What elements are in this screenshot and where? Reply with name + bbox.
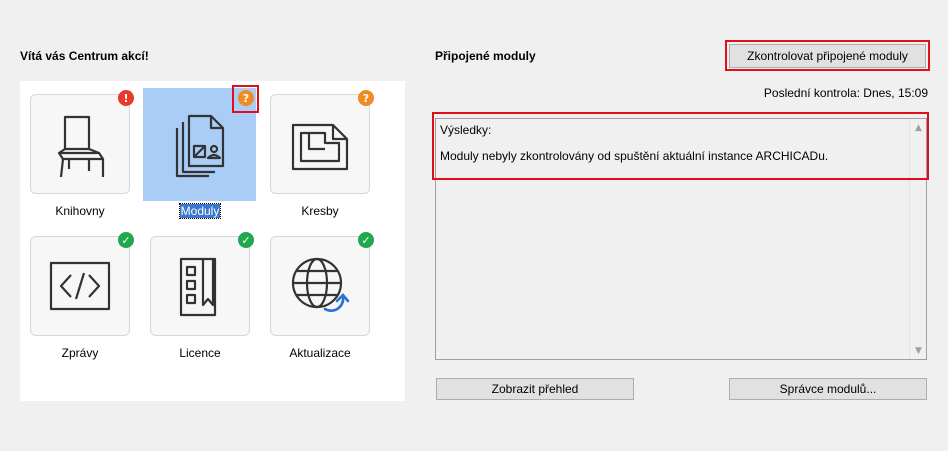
tile-reports[interactable] xyxy=(30,236,130,336)
action-center-grid: ! Knihovny ? Moduly ? Kresby ✓ Zprávy ✓ … xyxy=(20,81,405,401)
show-overview-button[interactable]: Zobrazit přehled xyxy=(436,378,634,400)
code-report-icon xyxy=(49,261,111,311)
drawings-icon xyxy=(291,123,349,171)
welcome-title: Vítá vás Centrum akcí! xyxy=(20,49,149,63)
ok-badge-icon: ✓ xyxy=(238,232,254,248)
tile-libraries[interactable] xyxy=(30,94,130,194)
tile-label-drawings: Kresby xyxy=(301,204,339,218)
check-button-highlight-frame xyxy=(725,40,930,71)
tile-label-updates: Aktualizace xyxy=(289,346,351,360)
tile-license[interactable] xyxy=(150,236,250,336)
error-badge-icon: ! xyxy=(118,90,134,106)
chair-icon xyxy=(57,115,105,178)
modules-document-icon xyxy=(175,114,224,177)
connected-modules-title: Připojené moduly xyxy=(435,49,536,63)
tile-updates[interactable] xyxy=(270,236,370,336)
module-manager-button[interactable]: Správce modulů... xyxy=(729,378,927,400)
tile-drawings[interactable] xyxy=(270,94,370,194)
tile-label-license: Licence xyxy=(179,346,221,360)
tile-label-reports: Zprávy xyxy=(61,346,99,360)
ok-badge-icon: ✓ xyxy=(358,232,374,248)
tile-label-modules: Moduly xyxy=(140,203,260,219)
results-highlight-frame xyxy=(432,112,929,180)
ok-badge-icon: ✓ xyxy=(118,232,134,248)
license-icon xyxy=(179,257,217,317)
scroll-down-icon[interactable]: ▼ xyxy=(910,342,927,359)
tile-label-modules-text: Moduly xyxy=(178,203,222,219)
tile-label-libraries: Knihovny xyxy=(55,204,105,218)
globe-update-icon xyxy=(291,257,350,312)
last-check-text: Poslední kontrola: Dnes, 15:09 xyxy=(763,86,928,100)
badge-highlight-frame xyxy=(232,85,259,113)
warning-badge-icon: ? xyxy=(358,90,374,106)
